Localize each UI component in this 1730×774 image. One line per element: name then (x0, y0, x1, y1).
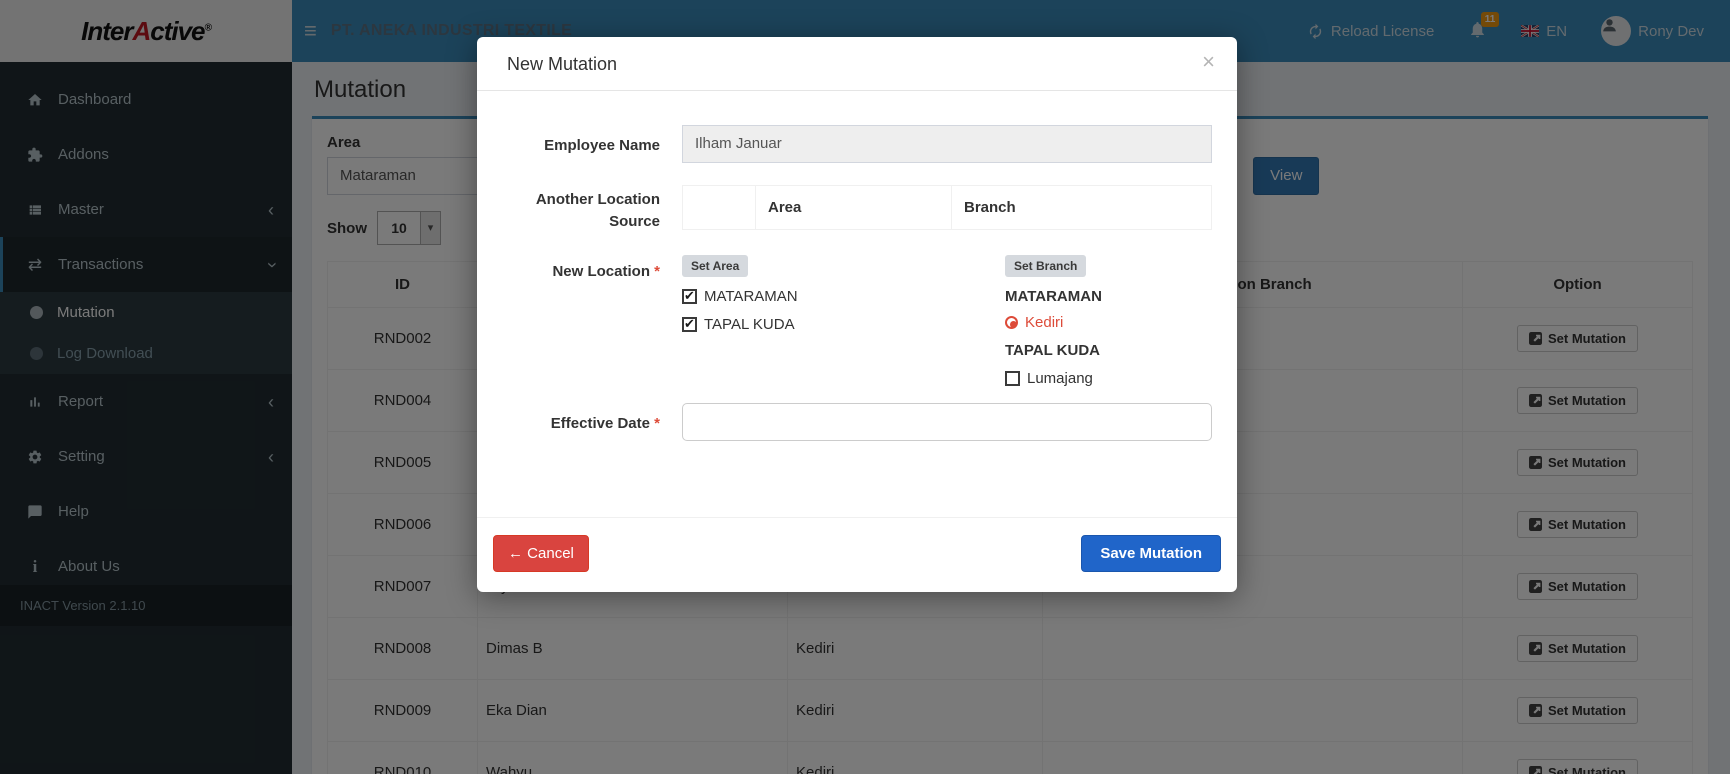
branch-group-mataraman: MATARAMAN (1005, 287, 1102, 305)
set-branch-button[interactable]: Set Branch (1005, 254, 1087, 277)
employee-name-label: Employee Name (544, 137, 660, 154)
area-checkbox-mataraman[interactable]: MATARAMAN (682, 288, 1005, 305)
dot-circle-icon (1005, 315, 1018, 329)
area-option-label: MATARAMAN (704, 287, 798, 305)
area-checkbox-tapal-kuda[interactable]: TAPAL KUDA (682, 316, 1005, 333)
mini-col-branch: Branch (951, 185, 1212, 230)
modal-title: New Mutation (507, 54, 618, 74)
close-icon[interactable]: × (1202, 51, 1215, 73)
another-location-table: Area Branch (682, 185, 1212, 230)
arrow-left-icon: ← (508, 545, 523, 562)
employee-name-field: Ilham Januar (682, 125, 1212, 163)
effective-date-label: Effective Date * (550, 414, 660, 432)
mini-col-empty (682, 185, 756, 230)
checkbox-checked-icon[interactable] (682, 316, 697, 332)
branch-group-tapal-kuda: TAPAL KUDA (1005, 341, 1100, 359)
cancel-label: Cancel (527, 545, 574, 562)
effective-date-input[interactable] (682, 402, 1212, 441)
mini-col-area: Area (755, 185, 952, 230)
required-asterisk: * (654, 414, 660, 432)
branch-option-label: Lumajang (1027, 369, 1093, 387)
branch-option-label: Kediri (1025, 313, 1064, 331)
checkbox-unchecked-icon[interactable] (1005, 370, 1020, 386)
branch-checkbox-lumajang[interactable]: Lumajang (1005, 370, 1212, 387)
another-location-source-label: Another Location Source (535, 191, 660, 230)
checkbox-checked-icon[interactable] (682, 288, 697, 304)
branch-selected-kediri[interactable]: Kediri (1005, 314, 1212, 331)
required-asterisk: * (654, 262, 660, 280)
cancel-button[interactable]: ← Cancel (493, 535, 589, 572)
set-area-button[interactable]: Set Area (682, 254, 749, 277)
new-mutation-modal: New Mutation × Employee Name Ilham Janua… (477, 37, 1237, 592)
new-location-label: New Location * (552, 262, 660, 280)
save-mutation-button[interactable]: Save Mutation (1081, 535, 1221, 572)
area-option-label: TAPAL KUDA (704, 315, 795, 333)
